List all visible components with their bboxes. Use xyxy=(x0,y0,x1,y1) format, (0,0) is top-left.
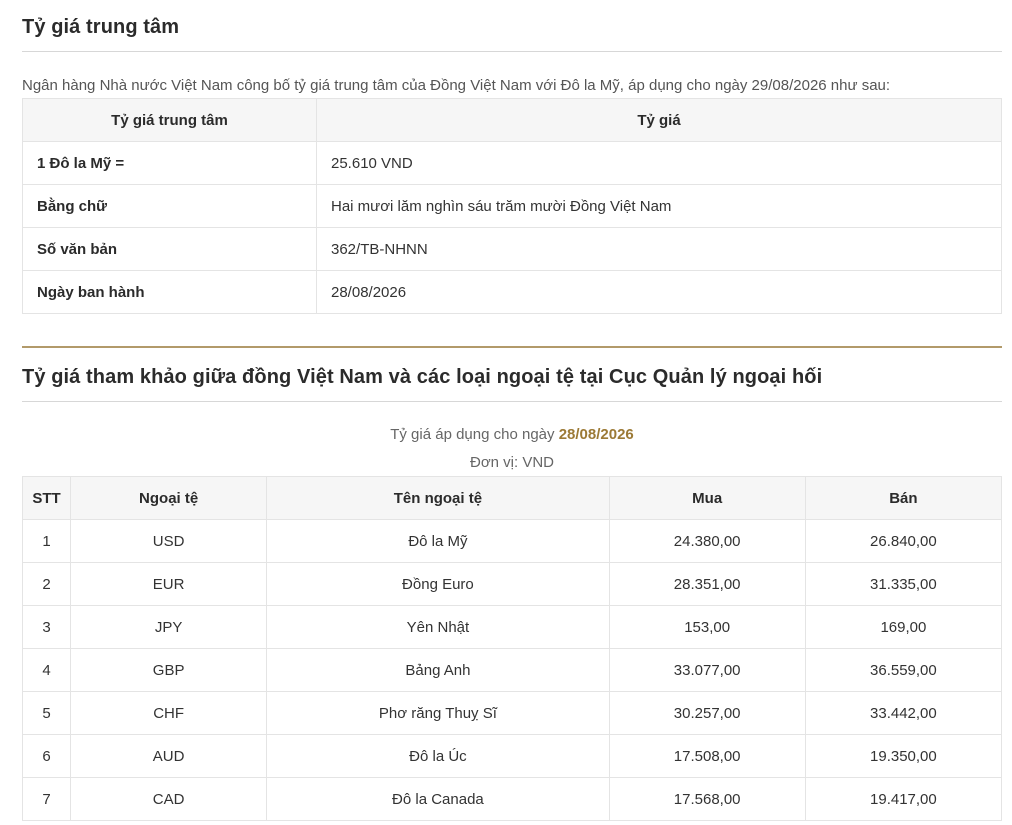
table-row: 2 EUR Đồng Euro 28.351,00 31.335,00 xyxy=(21,562,1003,606)
table-row: 6 AUD Đô la Úc 17.508,00 19.350,00 xyxy=(21,734,1003,778)
row-label: Ngày ban hành xyxy=(22,270,317,314)
table-row: 1 Đô la Mỹ = 25.610 VND xyxy=(22,141,1002,185)
row-label: Bằng chữ xyxy=(22,184,317,228)
cell-currency-name: Đô la Canada xyxy=(266,777,610,821)
cell-currency-name: Đồng Euro xyxy=(266,562,610,606)
table-row: Ngày ban hành 28/08/2026 xyxy=(22,270,1002,314)
cell-buy: 28.351,00 xyxy=(608,562,806,606)
cell-sell: 36.559,00 xyxy=(804,648,1003,692)
cell-currency-name: Bảng Anh xyxy=(266,648,610,692)
cell-sell: 169,00 xyxy=(804,605,1003,649)
column-header-currency-name: Tên ngoại tệ xyxy=(266,476,610,520)
cell-buy: 153,00 xyxy=(608,605,806,649)
divider xyxy=(22,51,1002,52)
divider xyxy=(22,401,1002,402)
column-header-currency: Ngoại tệ xyxy=(70,476,268,520)
cell-currency-name: Đô la Mỹ xyxy=(266,519,610,563)
cell-sell: 31.335,00 xyxy=(804,562,1003,606)
central-rate-intro: Ngân hàng Nhà nước Việt Nam công bố tỷ g… xyxy=(22,77,891,94)
cell-buy: 17.568,00 xyxy=(608,777,806,821)
cell-stt: 1 xyxy=(21,519,72,563)
cell-currency-name: Yên Nhật xyxy=(266,605,610,649)
page: Tỷ giá trung tâm Ngân hàng Nhà nước Việt… xyxy=(0,0,1012,825)
cell-buy: 24.380,00 xyxy=(608,519,806,563)
cell-currency-code: CHF xyxy=(70,691,268,735)
table-row: Số văn bản 362/TB-NHNN xyxy=(22,227,1002,271)
cell-stt: 4 xyxy=(21,648,72,692)
cell-currency-code: AUD xyxy=(70,734,268,778)
table-row: 3 JPY Yên Nhật 153,00 169,00 xyxy=(21,605,1003,649)
row-value: 28/08/2026 xyxy=(316,270,1002,314)
column-header-stt: STT xyxy=(21,476,72,520)
cell-stt: 6 xyxy=(21,734,72,778)
table-row: 7 CAD Đô la Canada 17.568,00 19.417,00 xyxy=(21,777,1003,821)
reference-rates-title: Tỷ giá tham khảo giữa đồng Việt Nam và c… xyxy=(22,366,823,388)
section-divider xyxy=(22,346,1002,348)
cell-buy: 30.257,00 xyxy=(608,691,806,735)
table-header-row: Tỷ giá trung tâm Tỷ giá xyxy=(22,98,1002,142)
cell-buy: 33.077,00 xyxy=(608,648,806,692)
reference-rates-table: STT Ngoại tệ Tên ngoại tệ Mua Bán 1 USD … xyxy=(21,476,1003,821)
central-rate-title: Tỷ giá trung tâm xyxy=(22,16,180,38)
unit-label: Đơn vị: VND xyxy=(469,454,555,471)
cell-currency-code: CAD xyxy=(70,777,268,821)
cell-currency-code: EUR xyxy=(70,562,268,606)
cell-currency-code: JPY xyxy=(70,605,268,649)
table-row: 1 USD Đô la Mỹ 24.380,00 26.840,00 xyxy=(21,519,1003,563)
cell-buy: 17.508,00 xyxy=(608,734,806,778)
cell-currency-name: Đô la Úc xyxy=(266,734,610,778)
cell-currency-name: Phơ răng Thuỵ Sĩ xyxy=(266,691,610,735)
table-header-row: STT Ngoại tệ Tên ngoại tệ Mua Bán xyxy=(21,476,1003,520)
column-header: Tỷ giá trung tâm xyxy=(22,98,317,142)
column-header: Tỷ giá xyxy=(316,98,1002,142)
cell-sell: 19.417,00 xyxy=(804,777,1003,821)
cell-currency-code: USD xyxy=(70,519,268,563)
cell-sell: 33.442,00 xyxy=(804,691,1003,735)
cell-currency-code: GBP xyxy=(70,648,268,692)
table-row: Bằng chữ Hai mươi lăm nghìn sáu trăm mườ… xyxy=(22,184,1002,228)
cell-stt: 2 xyxy=(21,562,72,606)
row-value: 362/TB-NHNN xyxy=(316,227,1002,271)
applied-date-prefix: Tỷ giá áp dụng cho ngày xyxy=(390,426,555,443)
cell-sell: 26.840,00 xyxy=(804,519,1003,563)
table-row: 5 CHF Phơ răng Thuỵ Sĩ 30.257,00 33.442,… xyxy=(21,691,1003,735)
row-value: Hai mươi lăm nghìn sáu trăm mười Đồng Vi… xyxy=(316,184,1002,228)
cell-stt: 3 xyxy=(21,605,72,649)
cell-stt: 5 xyxy=(21,691,72,735)
applied-date: 28/08/2026 xyxy=(558,426,634,443)
central-rate-table: Tỷ giá trung tâm Tỷ giá 1 Đô la Mỹ = 25.… xyxy=(22,98,1002,314)
row-value: 25.610 VND xyxy=(316,141,1002,185)
column-header-buy: Mua xyxy=(608,476,806,520)
table-row: 4 GBP Bảng Anh 33.077,00 36.559,00 xyxy=(21,648,1003,692)
cell-stt: 7 xyxy=(21,777,72,821)
cell-sell: 19.350,00 xyxy=(804,734,1003,778)
column-header-sell: Bán xyxy=(804,476,1003,520)
row-label: Số văn bản xyxy=(22,227,317,271)
applied-date-line: Tỷ giá áp dụng cho ngày 28/08/2026 xyxy=(22,426,1002,443)
row-label: 1 Đô la Mỹ = xyxy=(22,141,317,185)
